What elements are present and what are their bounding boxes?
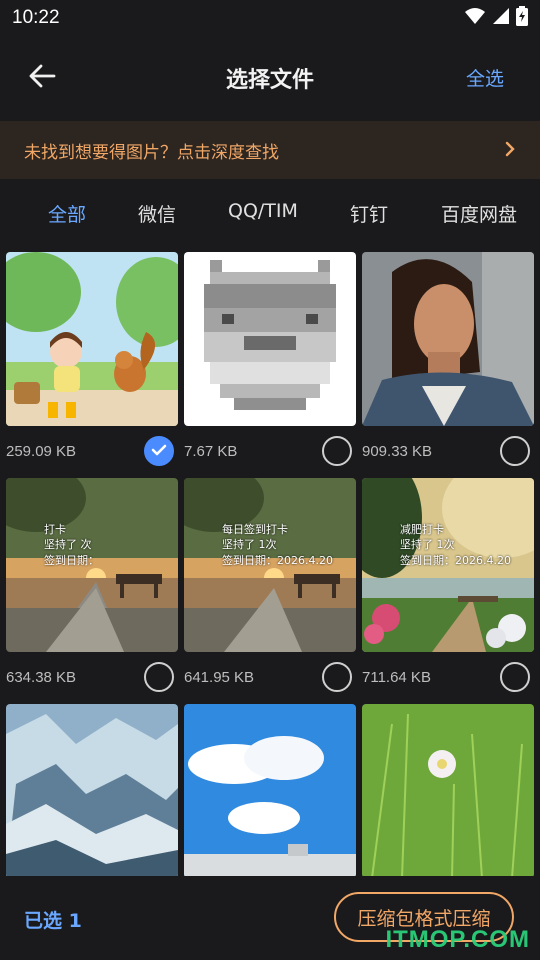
overlay-line: 坚持了 次 xyxy=(44,538,92,552)
status-icons xyxy=(464,6,528,30)
status-bar: 10:22 xyxy=(0,0,540,36)
tab-baidu-netdisk[interactable]: 百度网盘 xyxy=(441,200,517,227)
image-thumbnail[interactable] xyxy=(184,704,356,876)
banner-text: 未找到想要得图片？点击深度查找 xyxy=(24,142,279,163)
overlay-line: 打卡 xyxy=(44,523,66,536)
checkin-overlay: 打卡 坚持了 次 签到日期： xyxy=(44,522,99,568)
file-size: 7.67 KB xyxy=(184,442,238,460)
grid-item[interactable]: 每日签到打卡 坚持了 1次 签到日期：2026.4.20 641.95 KB xyxy=(184,478,356,702)
signal-icon xyxy=(492,7,510,29)
image-thumbnail[interactable] xyxy=(6,704,178,876)
grid-item[interactable]: 259.09 KB xyxy=(6,252,178,476)
overlay-line: 签到日期：2026.4.20 xyxy=(222,553,333,567)
status-time: 10:22 xyxy=(12,7,60,28)
watermark-logo: ITMOP.COM xyxy=(385,926,530,953)
tab-all[interactable]: 全部 xyxy=(48,200,86,227)
image-thumbnail[interactable]: 打卡 坚持了 次 签到日期： xyxy=(6,478,178,652)
image-thumbnail[interactable] xyxy=(362,252,534,426)
arrow-left-icon xyxy=(28,64,56,92)
grid-item[interactable] xyxy=(362,704,534,876)
image-grid: 259.09 KB 7.67 KB 909.33 KB 打卡 坚持了 次 签到日… xyxy=(0,252,540,876)
grid-item[interactable]: 打卡 坚持了 次 签到日期： 634.38 KB xyxy=(6,478,178,702)
file-size: 259.09 KB xyxy=(6,442,77,460)
overlay-line: 签到日期： xyxy=(44,553,99,567)
image-thumbnail[interactable] xyxy=(362,704,534,876)
file-size: 909.33 KB xyxy=(362,442,433,460)
image-thumbnail[interactable]: 每日签到打卡 坚持了 1次 签到日期：2026.4.20 xyxy=(184,478,356,652)
file-size: 641.95 KB xyxy=(184,668,255,686)
grid-item[interactable]: 减肥打卡 坚持了 1次 签到日期：2026.4.20 711.64 KB xyxy=(362,478,534,702)
wifi-icon xyxy=(464,7,486,29)
tab-dingtalk[interactable]: 钉钉 xyxy=(350,200,388,227)
checkbox[interactable] xyxy=(500,662,530,692)
grid-item[interactable]: 7.67 KB xyxy=(184,252,356,476)
source-tabs: 全部 微信 QQ/TIM 钉钉 百度网盘 xyxy=(0,186,540,242)
chevron-right-icon xyxy=(504,138,516,163)
page-title: 选择文件 xyxy=(225,68,314,93)
deep-search-banner[interactable]: 未找到想要得图片？点击深度查找 xyxy=(0,121,540,179)
image-thumbnail[interactable] xyxy=(184,252,356,426)
checkbox[interactable] xyxy=(322,436,352,466)
checkin-overlay: 每日签到打卡 坚持了 1次 签到日期：2026.4.20 xyxy=(222,522,333,568)
checkin-overlay: 减肥打卡 坚持了 1次 签到日期：2026.4.20 xyxy=(400,522,511,568)
selected-count: 已选 1 xyxy=(24,910,82,932)
battery-icon xyxy=(516,6,528,30)
grid-item[interactable] xyxy=(184,704,356,876)
checkbox[interactable] xyxy=(144,662,174,692)
tab-wechat[interactable]: 微信 xyxy=(138,200,176,227)
overlay-line: 坚持了 1次 xyxy=(400,538,455,552)
back-button[interactable] xyxy=(24,58,60,98)
overlay-line: 每日签到打卡 xyxy=(222,523,288,536)
check-icon xyxy=(151,442,167,461)
select-all-button[interactable]: 全选 xyxy=(466,64,504,91)
image-thumbnail[interactable]: 减肥打卡 坚持了 1次 签到日期：2026.4.20 xyxy=(362,478,534,652)
overlay-line: 签到日期：2026.4.20 xyxy=(400,553,511,567)
checkbox-checked[interactable] xyxy=(144,436,174,466)
checkbox[interactable] xyxy=(322,662,352,692)
file-size: 711.64 KB xyxy=(362,668,431,686)
checkbox[interactable] xyxy=(500,436,530,466)
image-thumbnail[interactable] xyxy=(6,252,178,426)
tab-qq-tim[interactable]: QQ/TIM xyxy=(228,200,298,222)
grid-item[interactable] xyxy=(6,704,178,876)
overlay-line: 坚持了 1次 xyxy=(222,538,277,552)
file-size: 634.38 KB xyxy=(6,668,77,686)
overlay-line: 减肥打卡 xyxy=(400,523,444,536)
grid-item[interactable]: 909.33 KB xyxy=(362,252,534,476)
app-bar: 选择文件 全选 xyxy=(0,36,540,120)
